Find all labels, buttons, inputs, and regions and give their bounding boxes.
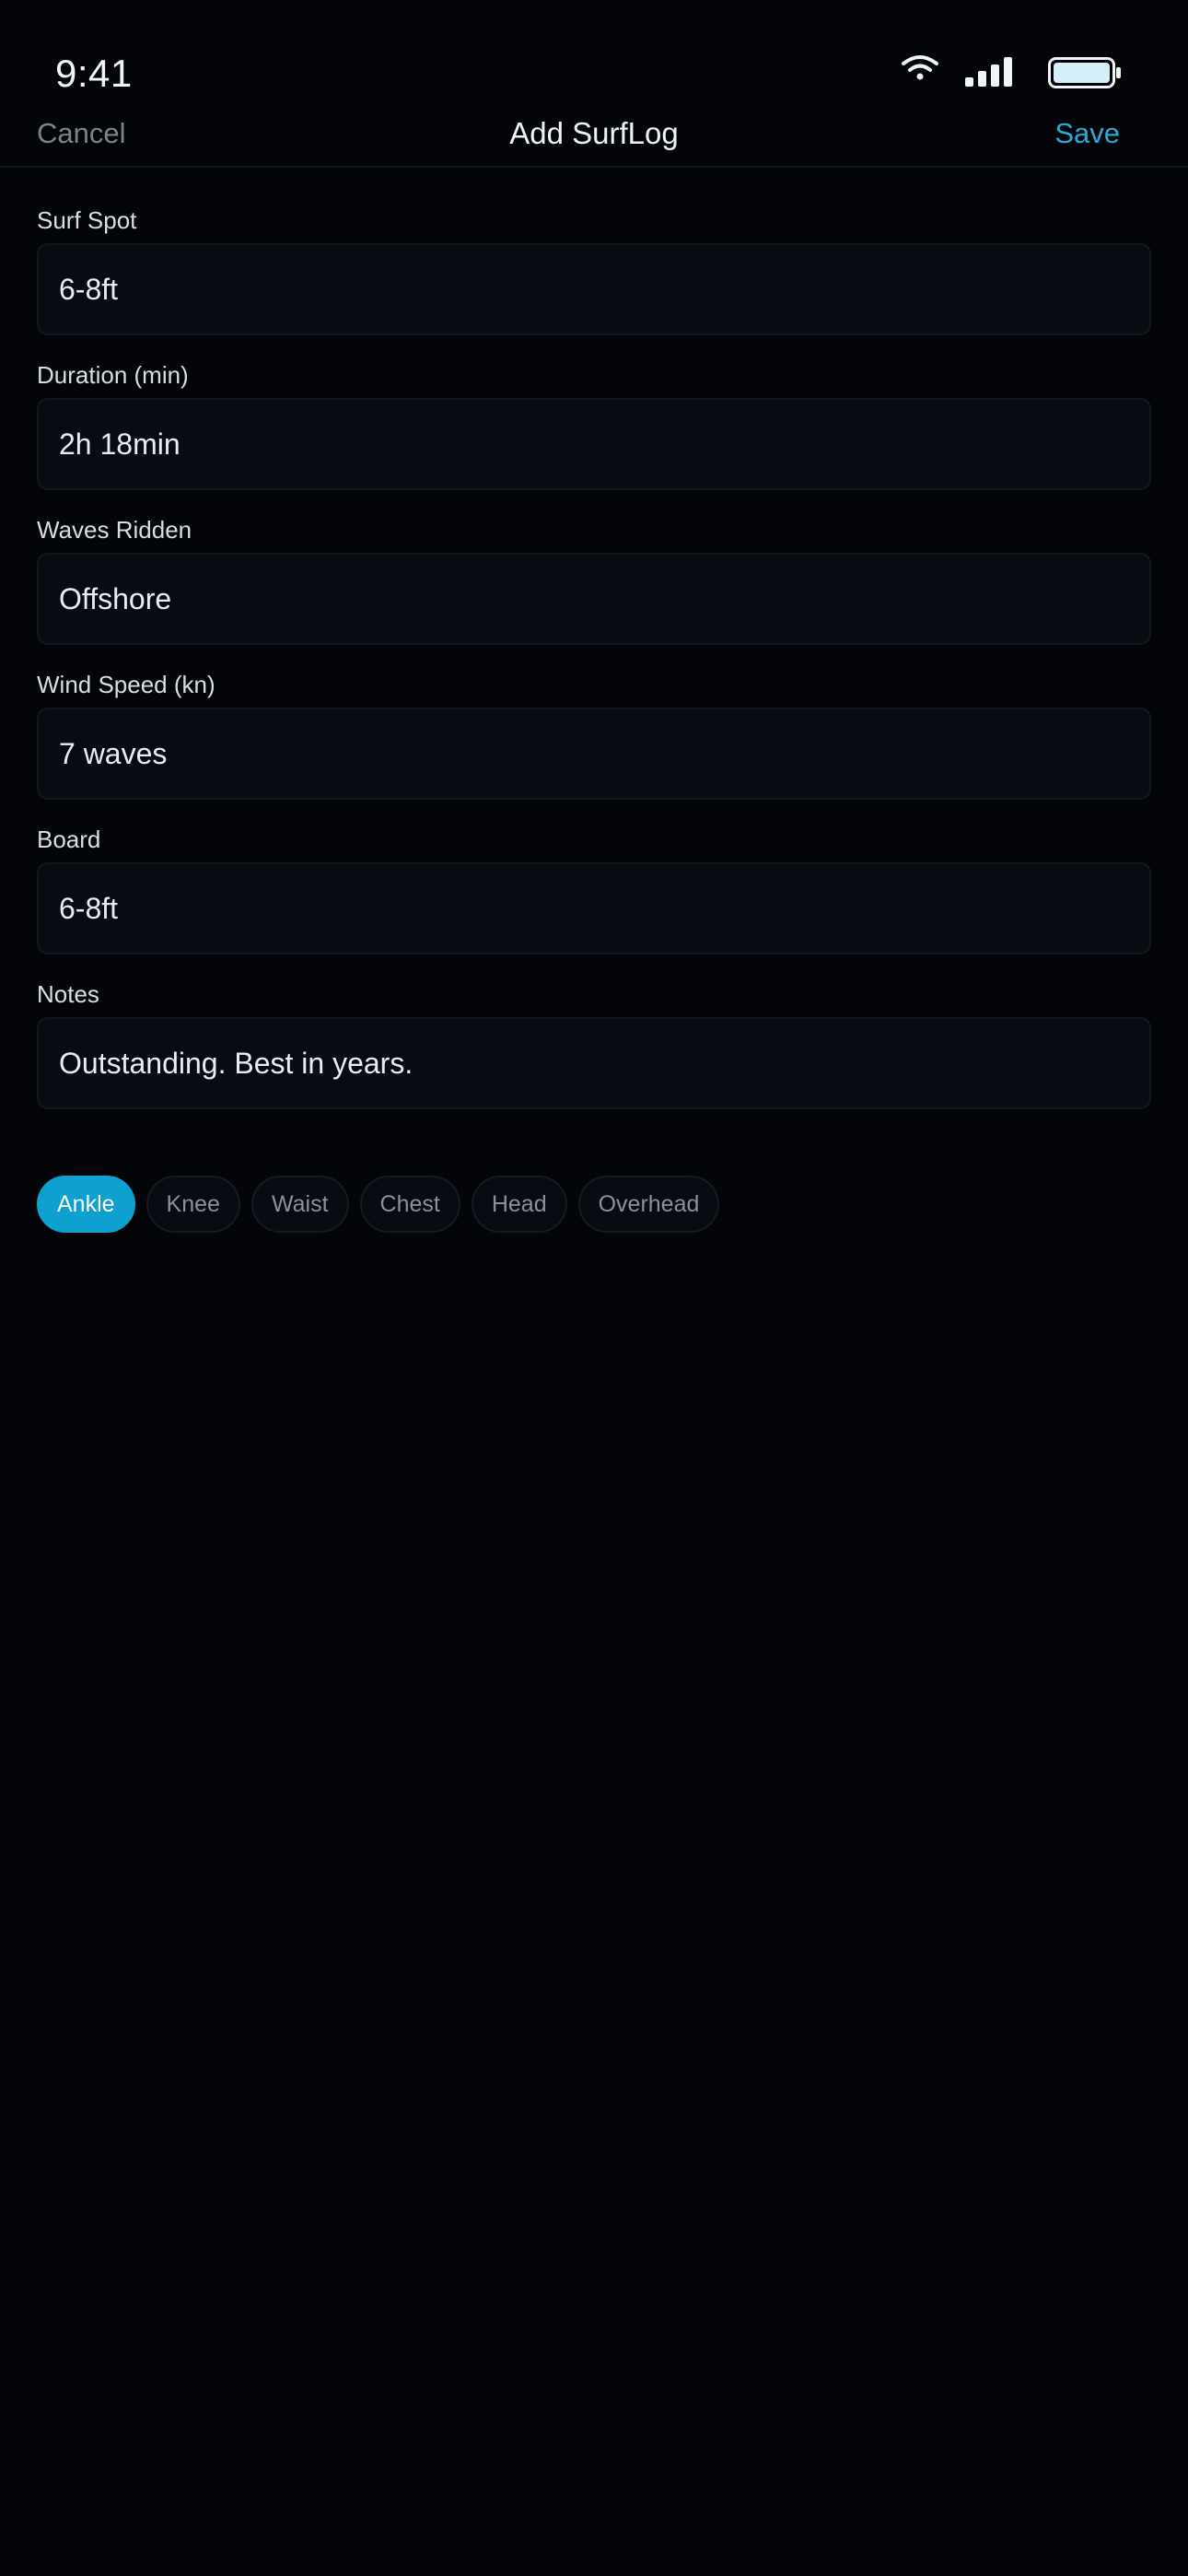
chip-knee[interactable]: Knee [146,1176,240,1233]
battery-icon [1048,57,1121,88]
chip-overhead[interactable]: Overhead [577,1176,720,1233]
surf-spot-label: Surf Spot [37,206,137,234]
chip-head[interactable]: Head [471,1176,567,1233]
add-surflog-screen: 9:41 Cancel Add SurfLog Save Surf Spot 6… [0,0,1188,2576]
status-time: 9:41 [55,52,133,95]
surflog-form: Surf Spot 6-8ft Duration (min) 2h 18min … [37,205,1151,1133]
chip-ankle[interactable]: Ankle [37,1176,135,1233]
duration-label: Duration (min) [37,361,189,389]
save-button[interactable]: Save [1054,115,1120,152]
notes-field: Notes Outstanding. Best in years. [37,978,1151,1109]
wind-speed-label: Wind Speed (kn) [37,671,215,698]
wifi-icon [902,55,938,80]
cellular-signal-icon [965,57,1012,87]
nav-divider [0,166,1188,168]
notes-input[interactable]: Outstanding. Best in years. [37,1017,1151,1109]
surf-spot-field: Surf Spot 6-8ft [37,205,1151,335]
chip-chest[interactable]: Chest [359,1176,460,1233]
wave-height-chip-group: Ankle Knee Waist Chest Head Overhead [37,1176,720,1233]
board-label: Board [37,825,101,853]
wind-speed-field: Wind Speed (kn) 7 waves [37,669,1151,800]
board-field: Board 6-8ft [37,824,1151,954]
duration-field: Duration (min) 2h 18min [37,359,1151,490]
waves-ridden-field: Waves Ridden Offshore [37,514,1151,645]
waves-ridden-input[interactable]: Offshore [37,553,1151,645]
surf-spot-input[interactable]: 6-8ft [37,243,1151,335]
wind-speed-input[interactable]: 7 waves [37,708,1151,800]
board-input[interactable]: 6-8ft [37,862,1151,954]
duration-input[interactable]: 2h 18min [37,398,1151,490]
page-title: Add SurfLog [509,116,679,150]
waves-ridden-label: Waves Ridden [37,516,192,544]
navigation-bar: Cancel Add SurfLog Save [0,115,1188,167]
status-bar: 9:41 [0,0,1188,115]
notes-label: Notes [37,980,99,1008]
chip-waist[interactable]: Waist [250,1176,349,1233]
